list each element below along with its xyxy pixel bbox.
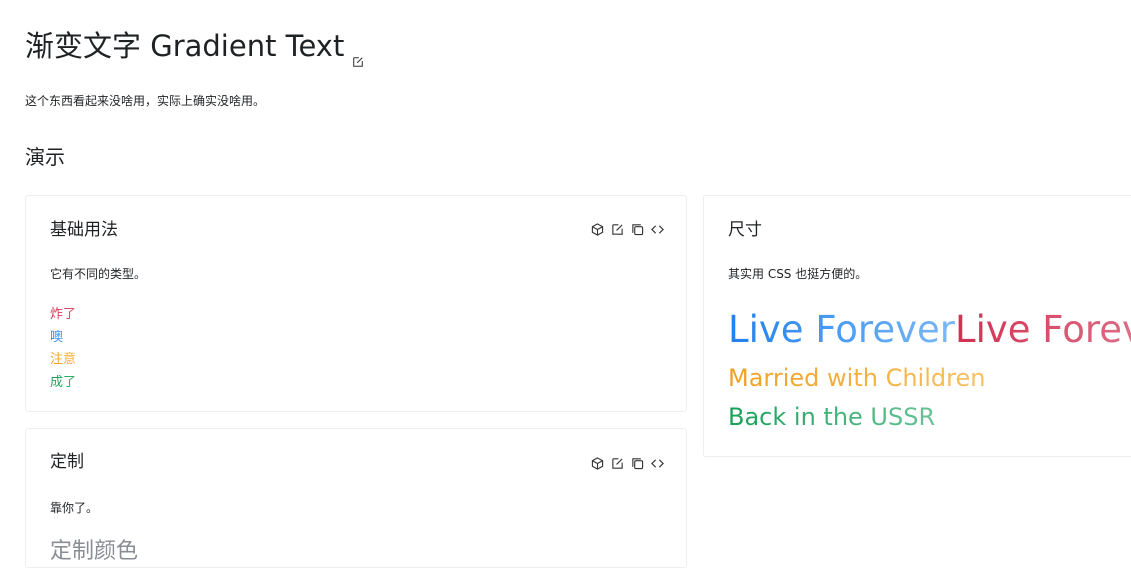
cube-icon[interactable] [590, 222, 604, 236]
gradient-text-danger: Live Foreve [955, 308, 1131, 351]
card-description: 其实用 CSS 也挺方便的。 [728, 267, 868, 281]
gradient-type-list: 炸了 噢 注意 成了 [50, 304, 76, 394]
cube-icon[interactable] [590, 456, 604, 470]
card-title: 尺寸 [728, 220, 762, 240]
copy-icon[interactable] [630, 222, 644, 236]
page-intro: 这个东西看起来没啥用，实际上确实没啥用。 [25, 94, 266, 108]
card-basic: 基础用法 它有不同的类型。 炸了 噢 注意 成了 [25, 195, 687, 412]
page-title: 渐变文字 Gradient Text [25, 26, 366, 67]
card-toolbar [590, 456, 664, 470]
code-icon[interactable] [650, 456, 664, 470]
size-demo-medium: Married with Children [728, 363, 985, 393]
page-title-text: 渐变文字 Gradient Text [25, 29, 345, 63]
card-custom: 定制 靠你了。 定制颜色 [25, 428, 687, 568]
gradient-text-warning: 注意 [50, 352, 77, 367]
card-description: 它有不同的类型。 [50, 267, 147, 281]
gradient-text-success: Back in the USSR [728, 403, 936, 431]
edit-icon[interactable] [610, 222, 624, 236]
edit-icon[interactable] [352, 38, 366, 67]
card-toolbar [590, 222, 664, 236]
copy-icon[interactable] [630, 456, 644, 470]
card-description: 靠你了。 [50, 501, 99, 515]
card-size: 尺寸 其实用 CSS 也挺方便的。 Live ForeverLive Forev… [703, 195, 1131, 457]
size-demo-large: Live ForeverLive Foreve [728, 307, 1131, 353]
code-icon[interactable] [650, 222, 664, 236]
card-title: 定制 [50, 452, 84, 472]
custom-color-text: 定制颜色 [50, 539, 139, 564]
edit-icon[interactable] [610, 456, 624, 470]
demo-heading: 演示 [25, 145, 65, 169]
card-title: 基础用法 [50, 220, 118, 240]
gradient-text-warning: Married with Children [728, 364, 986, 392]
gradient-text-info: 噢 [50, 329, 64, 345]
size-demo-small: Back in the USSR [728, 402, 935, 432]
gradient-text-info: Live Forever [728, 308, 955, 351]
gradient-text-danger: 炸了 [50, 307, 77, 322]
gradient-text-success: 成了 [50, 374, 77, 390]
